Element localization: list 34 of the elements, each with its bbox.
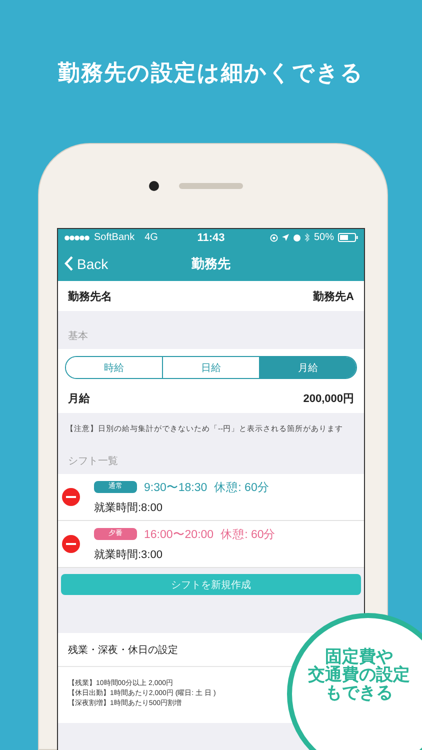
location-icon <box>282 234 289 241</box>
section-header: シフト一覧 <box>67 455 119 469</box>
carrier-label: SoftBank <box>94 232 135 243</box>
settings-row-title[interactable]: 残業・深夜・休日の設定 <box>68 642 178 656</box>
network-label: 4G <box>144 232 158 243</box>
camera-icon <box>149 181 159 191</box>
amount-row[interactable]: 月給 200,000円 <box>58 383 364 413</box>
badge-text-line: 固定費や <box>325 648 393 666</box>
battery-icon <box>338 233 358 242</box>
shift-time: 9:30〜18:30 <box>144 480 208 494</box>
shift-break: 休憩: 60分 <box>214 480 270 494</box>
shift-time: 16:00〜20:00 <box>144 528 214 542</box>
row-label: 勤務先名 <box>68 290 112 304</box>
chevron-left-icon <box>64 256 73 271</box>
status-time: 11:43 <box>197 232 225 244</box>
nav-title: 勤務先 <box>192 254 230 272</box>
row-value: 勤務先A <box>313 290 354 304</box>
signal-icon <box>64 234 90 240</box>
badge-text-line: 交通費の設定 <box>308 666 410 684</box>
delete-icon[interactable] <box>62 535 80 553</box>
row-value: 200,000円 <box>303 392 354 406</box>
rotation-lock-icon <box>270 234 278 242</box>
row-label: 月給 <box>68 392 90 406</box>
shift-break: 休憩: 60分 <box>220 528 276 542</box>
badge-text-line: もできる <box>325 684 393 702</box>
section-header: 基本 <box>67 330 89 344</box>
battery-percent: 50% <box>314 232 334 243</box>
headline: 勤務先の設定は細かくできる <box>58 59 364 87</box>
work-hours: 就業時間:3:00 <box>94 548 164 562</box>
speaker-icon <box>179 183 243 189</box>
delete-icon[interactable] <box>62 488 80 506</box>
work-hours: 就業時間:8:00 <box>94 500 164 514</box>
workplace-row[interactable]: 勤務先名 勤務先A <box>58 281 364 311</box>
bluetooth-icon <box>304 233 310 242</box>
